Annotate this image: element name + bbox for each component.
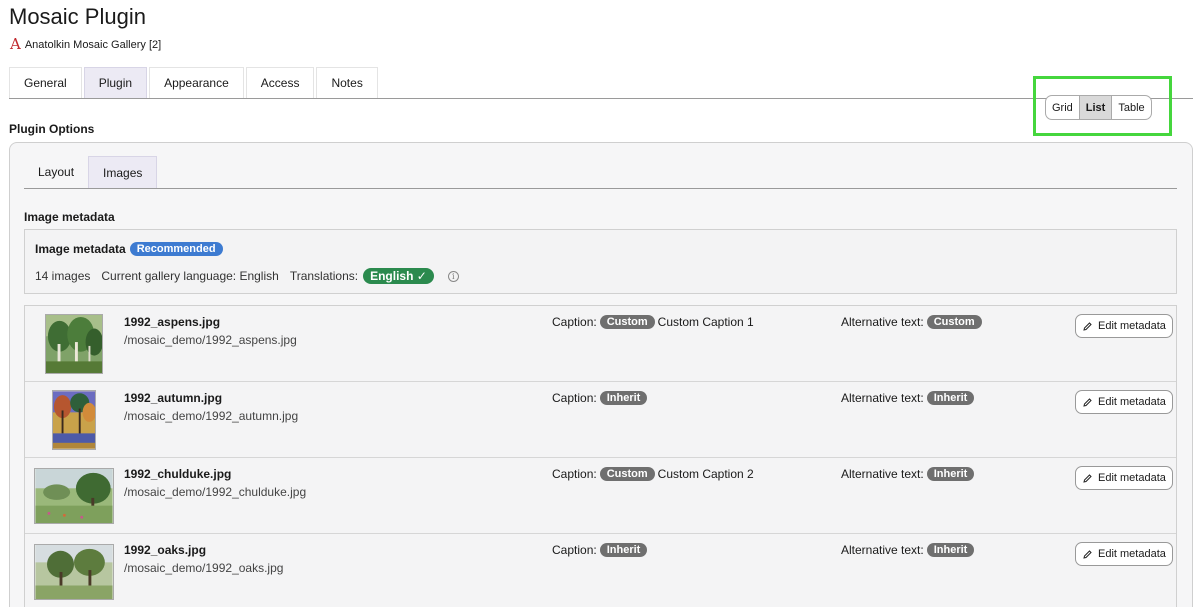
caption-field: Caption: Custom Custom Caption 2 [552,467,754,481]
gallery-breadcrumb: A Anatolkin Mosaic Gallery [2] [10,37,161,52]
chulduke-thumbnail-image [33,468,114,524]
image-filename: 1992_chulduke.jpg [124,467,232,481]
gallery-name[interactable]: Anatolkin Mosaic Gallery [2] [25,39,161,51]
image-thumbnail[interactable] [25,534,122,607]
metadata-box-title: Image metadata [35,242,126,256]
alt-text-status-badge: Inherit [926,391,975,405]
page-title: Mosaic Plugin [9,4,146,29]
image-metadata-summary: Image metadata Recommended 14 images Cur… [24,229,1177,294]
alt-text-label: Alternative text: [841,467,924,481]
alt-text-status-badge: Inherit [926,467,975,481]
translation-badge-english[interactable]: English ✓ [363,268,434,284]
image-thumbnail[interactable] [25,458,122,534]
alt-text-field: Alternative text: Inherit [841,543,975,557]
caption-text: Custom Caption 2 [657,467,754,481]
caption-status-badge: Custom [599,467,655,481]
pencil-icon [1083,549,1092,559]
plugin-sub-tabs: Layout Images [24,156,1177,189]
pencil-icon [1083,473,1092,483]
alt-text-status-badge: Custom [926,315,982,329]
gallery-logo-icon: A [10,35,21,53]
alt-text-status-badge: Inherit [926,543,975,557]
view-mode-toggle: Grid List Table [1045,95,1152,120]
image-filename: 1992_oaks.jpg [124,543,207,557]
info-icon[interactable]: i [447,270,459,282]
tab-images[interactable]: Images [88,156,158,188]
image-row: 1992_aspens.jpg /mosaic_demo/1992_aspens… [25,306,1176,382]
caption-text: Custom Caption 1 [657,315,754,329]
caption-label: Caption: [552,315,597,329]
tab-general[interactable]: General [9,67,82,98]
caption-status-badge: Custom [599,315,655,329]
edit-metadata-label: Edit metadata [1098,320,1166,332]
caption-status-badge: Inherit [599,543,648,557]
edit-metadata-label: Edit metadata [1098,548,1166,560]
oaks-thumbnail-image [33,544,114,600]
alt-text-label: Alternative text: [841,543,924,557]
pencil-icon [1083,397,1092,407]
view-table-button[interactable]: Table [1112,96,1150,119]
gallery-language: Current gallery language: English [101,269,279,283]
image-row: 1992_autumn.jpg /mosaic_demo/1992_autumn… [25,382,1176,458]
edit-metadata-label: Edit metadata [1098,472,1166,484]
edit-metadata-button[interactable]: Edit metadata [1075,542,1173,566]
image-list: 1992_aspens.jpg /mosaic_demo/1992_aspens… [24,305,1177,607]
image-path: /mosaic_demo/1992_chulduke.jpg [124,485,307,499]
image-metadata-heading: Image metadata [24,210,115,224]
pencil-icon [1083,321,1092,331]
edit-metadata-label: Edit metadata [1098,396,1166,408]
edit-metadata-button[interactable]: Edit metadata [1075,314,1173,338]
caption-label: Caption: [552,467,597,481]
caption-field: Caption: Inherit [552,543,650,557]
image-filename: 1992_autumn.jpg [124,391,223,405]
translations-label: Translations: [289,269,359,283]
aspens-thumbnail-image [44,314,103,374]
image-thumbnail[interactable] [25,306,122,382]
alt-text-field: Alternative text: Custom [841,315,982,329]
main-tabs: General Plugin Appearance Access Notes [9,67,1193,99]
image-path: /mosaic_demo/1992_autumn.jpg [124,409,299,423]
caption-field: Caption: Inherit [552,391,650,405]
plugin-options-panel: Layout Images Image metadata Image metad… [9,142,1193,607]
caption-label: Caption: [552,391,597,405]
edit-metadata-button[interactable]: Edit metadata [1075,466,1173,490]
tab-layout[interactable]: Layout [24,156,88,188]
alt-text-label: Alternative text: [841,391,924,405]
caption-status-badge: Inherit [599,391,648,405]
image-count: 14 images [35,269,91,283]
tab-plugin[interactable]: Plugin [83,67,148,98]
view-grid-button[interactable]: Grid [1046,96,1080,119]
tab-notes[interactable]: Notes [316,67,378,98]
autumn-thumbnail-image [51,390,96,450]
tab-appearance[interactable]: Appearance [149,67,244,98]
recommended-badge: Recommended [129,242,223,256]
alt-text-field: Alternative text: Inherit [841,391,975,405]
edit-metadata-button[interactable]: Edit metadata [1075,390,1173,414]
image-path: /mosaic_demo/1992_aspens.jpg [124,333,297,347]
image-path: /mosaic_demo/1992_oaks.jpg [124,561,284,575]
image-row: 1992_chulduke.jpg /mosaic_demo/1992_chul… [25,458,1176,534]
alt-text-label: Alternative text: [841,315,924,329]
view-list-button[interactable]: List [1079,96,1113,119]
image-filename: 1992_aspens.jpg [124,315,221,329]
plugin-options-heading: Plugin Options [9,122,95,136]
alt-text-field: Alternative text: Inherit [841,467,975,481]
image-thumbnail[interactable] [25,382,122,458]
caption-field: Caption: Custom Custom Caption 1 [552,315,754,329]
caption-label: Caption: [552,543,597,557]
image-row: 1992_oaks.jpg /mosaic_demo/1992_oaks.jpg… [25,534,1176,607]
tab-access[interactable]: Access [245,67,315,98]
